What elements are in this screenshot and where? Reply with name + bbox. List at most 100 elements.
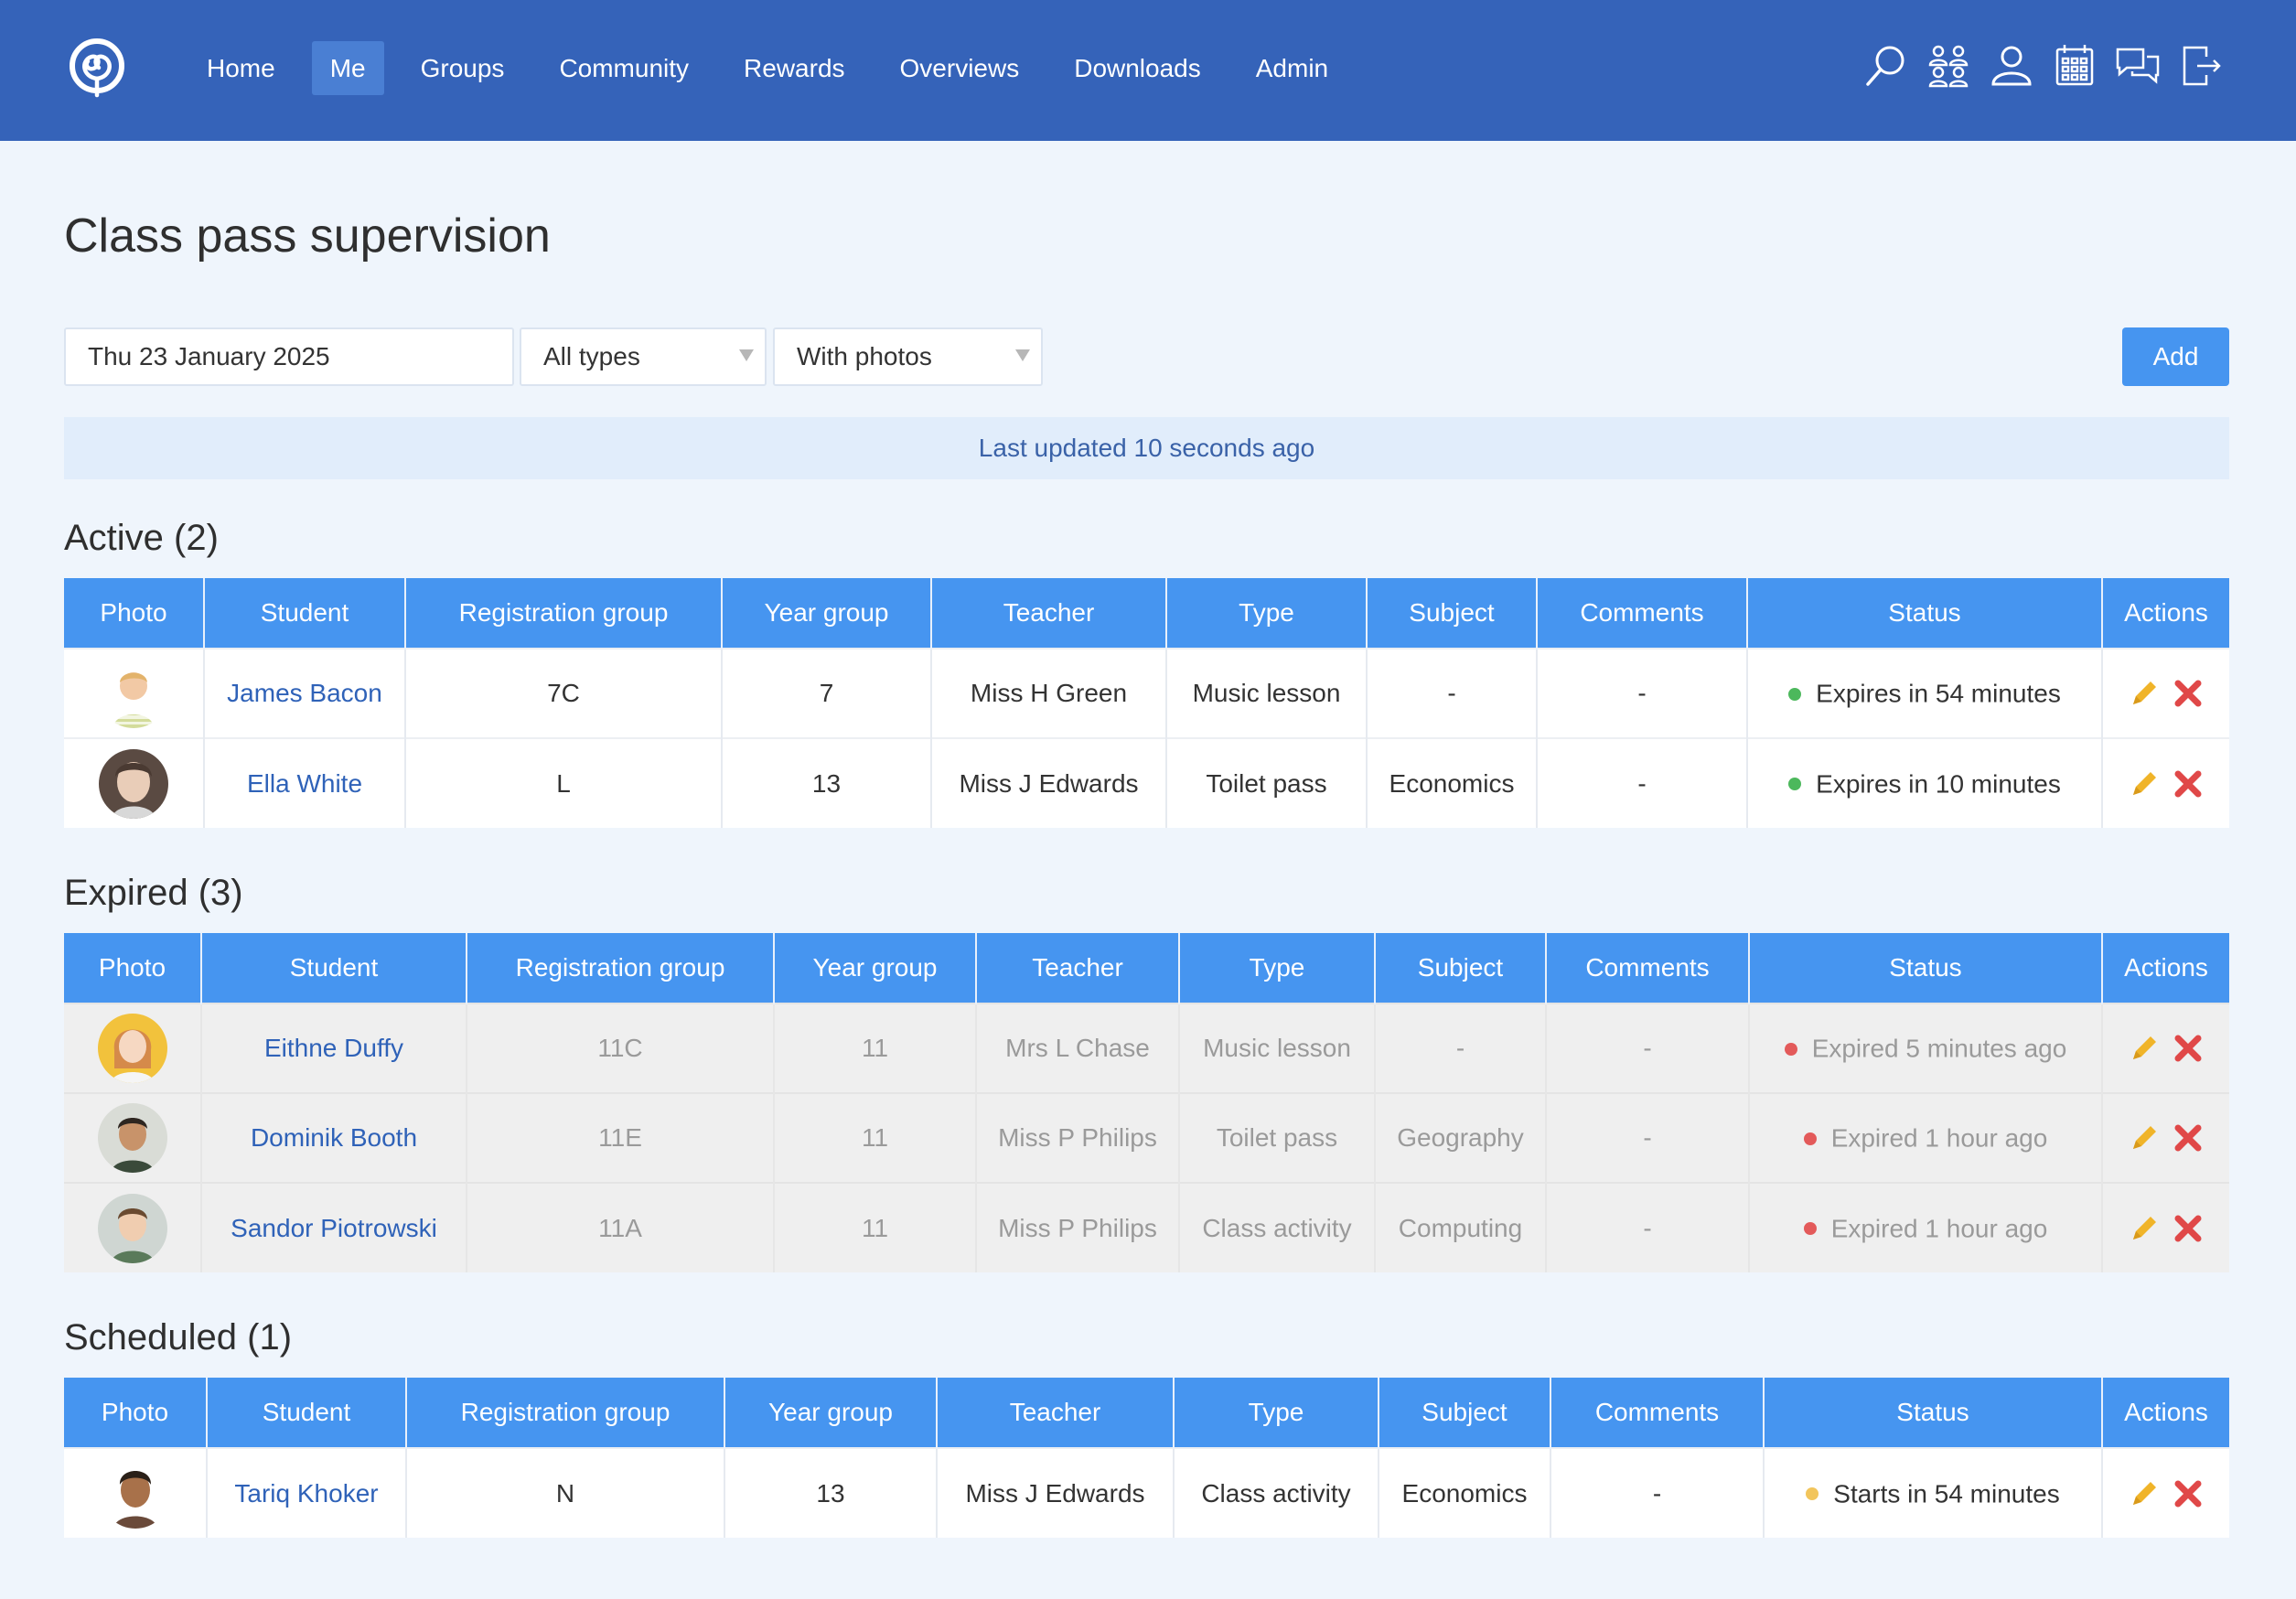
section-title-expired: Expired (3): [64, 873, 243, 913]
status-text: Expired 1 hour ago: [1830, 1214, 2048, 1243]
column-header-student[interactable]: Student: [206, 1378, 406, 1448]
column-header-type[interactable]: Type: [1173, 1378, 1379, 1448]
logout-icon[interactable]: [2175, 40, 2226, 91]
column-header-photo[interactable]: Photo: [64, 1378, 207, 1448]
messages-icon[interactable]: [2112, 40, 2163, 91]
column-header-registration-group[interactable]: Registration group: [466, 933, 774, 1003]
delete-x-icon[interactable]: [2172, 1212, 2205, 1245]
search-icon[interactable]: [1861, 40, 1912, 91]
toolbar-icons: [1861, 40, 2245, 91]
column-header-status[interactable]: Status: [1746, 578, 2102, 649]
comments: -: [1550, 1447, 1764, 1538]
top-navigation-bar: Home Me Groups Community Rewards Overvie…: [0, 0, 2296, 141]
groups-icon[interactable]: [1923, 40, 1974, 91]
teacher: Miss P Philips: [975, 1092, 1179, 1183]
photos-select[interactable]: With photos: [773, 327, 1043, 386]
student-link[interactable]: Dominik Booth: [251, 1123, 417, 1152]
actions: [2101, 1447, 2229, 1538]
column-header-year-group[interactable]: Year group: [721, 578, 931, 649]
nav-rewards[interactable]: Rewards: [725, 41, 863, 95]
table-row: Tariq Khoker N 13 Miss J Edwards Class a…: [64, 1447, 2229, 1538]
column-header-type[interactable]: Type: [1178, 933, 1375, 1003]
student-link[interactable]: Tariq Khoker: [234, 1479, 378, 1508]
delete-x-icon[interactable]: [2172, 767, 2205, 800]
student-photo: [99, 748, 168, 819]
column-header-comments[interactable]: Comments: [1550, 1378, 1764, 1448]
edit-pencil-icon[interactable]: [2128, 677, 2161, 710]
subject: -: [1366, 648, 1537, 738]
subject: Economics: [1378, 1447, 1550, 1538]
edit-pencil-icon[interactable]: [2128, 1477, 2161, 1510]
column-header-year-group[interactable]: Year group: [773, 933, 976, 1003]
column-header-photo[interactable]: Photo: [64, 933, 201, 1003]
actions: [2101, 1182, 2229, 1272]
registration-group: 11C: [466, 1003, 774, 1093]
actions: [2101, 737, 2229, 828]
student-link[interactable]: Eithne Duffy: [264, 1034, 403, 1062]
column-header-status[interactable]: Status: [1763, 1378, 2102, 1448]
edit-pencil-icon[interactable]: [2128, 767, 2161, 800]
edit-pencil-icon[interactable]: [2128, 1212, 2161, 1245]
pass-type: Toilet pass: [1165, 737, 1367, 828]
column-header-student[interactable]: Student: [200, 933, 467, 1003]
column-header-subject[interactable]: Subject: [1378, 1378, 1550, 1448]
nav-admin[interactable]: Admin: [1238, 41, 1346, 95]
status-dot-icon: [1806, 1487, 1819, 1501]
nav-me[interactable]: Me: [311, 41, 384, 95]
pass-type: Music lesson: [1165, 648, 1367, 738]
registration-group: L: [404, 737, 722, 828]
add-button[interactable]: Add: [2122, 327, 2229, 386]
delete-x-icon[interactable]: [2172, 677, 2205, 710]
nav-home[interactable]: Home: [188, 41, 294, 95]
date-field[interactable]: [64, 327, 514, 386]
teacher: Mrs L Chase: [975, 1003, 1179, 1093]
table-row: Ella White L 13 Miss J Edwards Toilet pa…: [64, 737, 2229, 828]
column-header-type[interactable]: Type: [1165, 578, 1367, 649]
student-link[interactable]: Ella White: [247, 769, 362, 798]
student-photo: [97, 1193, 167, 1263]
student-link[interactable]: James Bacon: [227, 679, 382, 707]
subject: Computing: [1374, 1182, 1546, 1272]
column-header-teacher[interactable]: Teacher: [930, 578, 1166, 649]
column-header-registration-group[interactable]: Registration group: [405, 1378, 724, 1448]
column-header-actions: Actions: [2101, 578, 2229, 649]
logo-icon[interactable]: [68, 37, 126, 101]
column-header-subject[interactable]: Subject: [1366, 578, 1537, 649]
pass-type: Toilet pass: [1178, 1092, 1375, 1183]
delete-x-icon[interactable]: [2172, 1121, 2205, 1154]
subject: -: [1374, 1003, 1546, 1093]
edit-pencil-icon[interactable]: [2128, 1121, 2161, 1154]
delete-x-icon[interactable]: [2172, 1032, 2205, 1065]
table-row: James Bacon 7C 7 Miss H Green Music less…: [64, 648, 2229, 738]
edit-pencil-icon[interactable]: [2128, 1032, 2161, 1065]
registration-group: N: [405, 1447, 724, 1538]
comments: -: [1545, 1003, 1749, 1093]
column-header-comments[interactable]: Comments: [1536, 578, 1747, 649]
column-header-photo[interactable]: Photo: [64, 578, 204, 649]
year-group: 11: [773, 1182, 976, 1272]
student-photo: [97, 1103, 167, 1173]
nav-groups[interactable]: Groups: [402, 41, 523, 95]
nav-community[interactable]: Community: [541, 41, 707, 95]
calendar-icon[interactable]: [2049, 40, 2100, 91]
type-select[interactable]: All types: [520, 327, 767, 386]
delete-x-icon[interactable]: [2172, 1477, 2205, 1510]
scheduled-passes-table: Photo Student Registration group Year gr…: [64, 1378, 2229, 1538]
column-header-status[interactable]: Status: [1748, 933, 2102, 1003]
status-text: Expired 1 hour ago: [1830, 1123, 2048, 1153]
user-icon[interactable]: [1986, 40, 2037, 91]
registration-group: 7C: [404, 648, 722, 738]
column-header-teacher[interactable]: Teacher: [936, 1378, 1174, 1448]
column-header-teacher[interactable]: Teacher: [975, 933, 1179, 1003]
column-header-year-group[interactable]: Year group: [724, 1378, 937, 1448]
main-nav: Home Me Groups Community Rewards Overvie…: [188, 41, 1365, 95]
column-header-student[interactable]: Student: [203, 578, 405, 649]
nav-overviews[interactable]: Overviews: [882, 41, 1038, 95]
student-link[interactable]: Sandor Piotrowski: [231, 1214, 437, 1242]
nav-downloads[interactable]: Downloads: [1056, 41, 1219, 95]
column-header-subject[interactable]: Subject: [1374, 933, 1546, 1003]
column-header-comments[interactable]: Comments: [1545, 933, 1749, 1003]
pass-type: Class activity: [1178, 1182, 1375, 1272]
status: Expires in 10 minutes: [1746, 737, 2102, 828]
column-header-registration-group[interactable]: Registration group: [404, 578, 722, 649]
